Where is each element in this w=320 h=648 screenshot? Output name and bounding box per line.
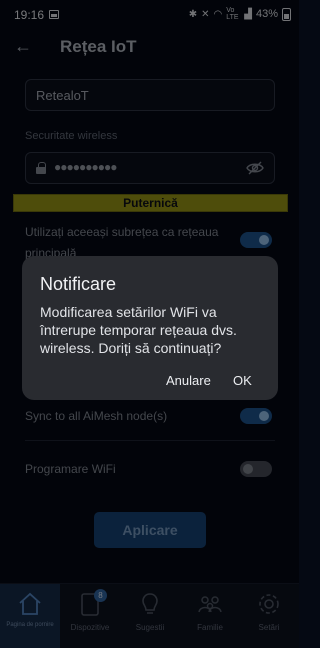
notification-dialog: Notificare Modificarea setărilor WiFi va…	[22, 256, 278, 400]
dialog-message: Modificarea setărilor WiFi va întrerupe …	[40, 304, 237, 356]
ok-button[interactable]: OK	[233, 373, 252, 388]
dialog-title: Notificare	[40, 274, 117, 294]
cancel-button[interactable]: Anulare	[166, 373, 211, 388]
